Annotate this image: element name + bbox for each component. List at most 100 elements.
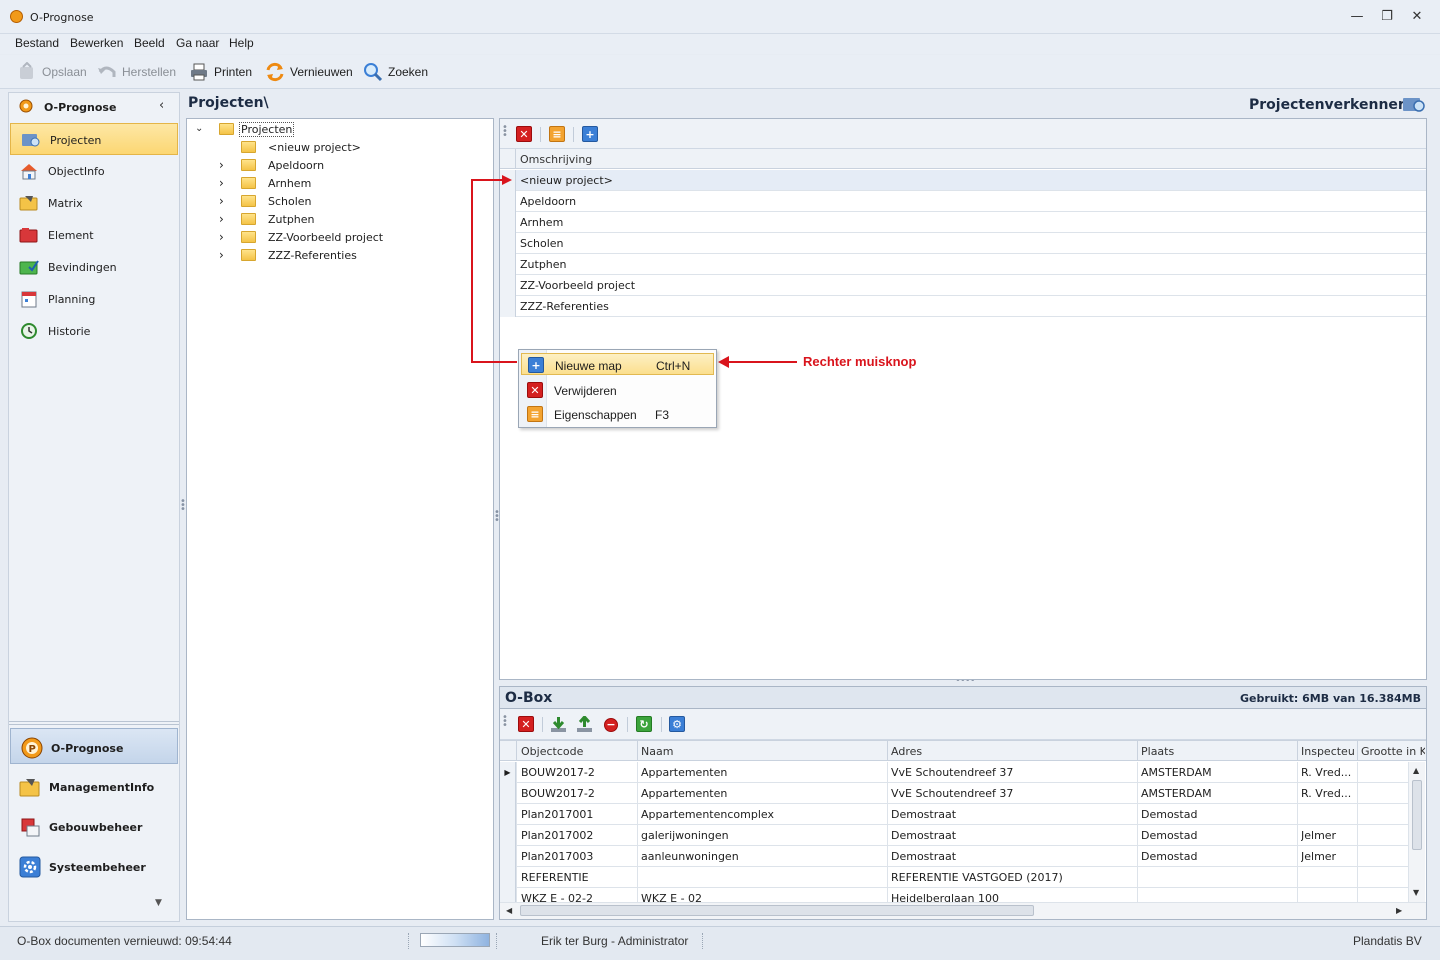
remove-icon[interactable]: − [604, 718, 618, 732]
scrollbar-thumb[interactable] [520, 905, 1034, 916]
tree-node[interactable]: <nieuw project> [241, 138, 361, 156]
tree-node[interactable]: › Apeldoorn [219, 156, 324, 174]
expand-icon[interactable]: › [219, 176, 241, 190]
grid-row[interactable]: Apeldoorn [500, 191, 1426, 212]
menu-beeld[interactable]: Beeld [134, 36, 165, 50]
tree-label: Apeldoorn [268, 158, 325, 172]
grid-row[interactable]: <nieuw project> [500, 170, 1426, 191]
expand-icon[interactable]: › [219, 194, 241, 208]
obox-row[interactable]: REFERENTIE REFERENTIE VASTGOED (2017) [500, 867, 1408, 888]
obox-cell: Appartementen [641, 787, 728, 800]
minimize-icon[interactable]: — [1346, 8, 1368, 26]
properties-button[interactable]: ≡ [549, 126, 565, 142]
menu-item-label: Eigenschappen [554, 408, 637, 422]
obox-delete-button[interactable]: ✕ [518, 716, 534, 732]
obox-refresh-icon[interactable]: ↻ [636, 716, 652, 732]
column-header-plaats[interactable]: Plaats [1141, 745, 1295, 758]
scroll-right-icon[interactable]: ▶ [1396, 906, 1402, 915]
save-button[interactable]: Opslaan [17, 61, 87, 83]
toolbar-grip: • • • [502, 712, 508, 731]
nav-item-objectinfo[interactable]: ObjectInfo [9, 155, 179, 187]
menu-item-verwijderen[interactable]: ✕ Verwijderen [521, 379, 714, 401]
obox-row[interactable]: BOUW2017-2 Appartementen VvE Schoutendreef… [500, 783, 1408, 804]
menu-item-nieuwe-map[interactable]: + Nieuwe map Ctrl+N [521, 353, 714, 375]
column-header-grootte[interactable]: Grootte in KB [1361, 745, 1425, 758]
column-divider [1297, 783, 1298, 804]
upload-icon[interactable] [576, 716, 593, 733]
column-header-inspecteur[interactable]: Inspecteur [1301, 745, 1355, 758]
configure-buttons-icon[interactable]: ▼ [155, 898, 162, 908]
vertical-splitter-grip[interactable]: • • • [180, 497, 186, 515]
obox-row[interactable]: Plan2017001 Appartementencomplex Demostraa… [500, 804, 1408, 825]
collapse-chevron-icon[interactable]: ‹ [159, 98, 164, 113]
delete-button[interactable]: ✕ [516, 126, 532, 142]
matrix-folder-icon [19, 196, 38, 211]
column-header-omschrijving[interactable]: Omschrijving [520, 153, 592, 166]
obox-cell: Appartementencomplex [641, 808, 774, 821]
nav-item-bevindingen[interactable]: Bevindingen [9, 251, 179, 283]
expand-icon[interactable]: › [219, 212, 241, 226]
obox-row[interactable]: Plan2017002 galerijwoningen Demostraat Demo… [500, 825, 1408, 846]
obox-cell: VvE Schoutendreef 37 [891, 787, 1014, 800]
print-button[interactable]: Printen [189, 61, 252, 83]
download-icon[interactable] [550, 716, 567, 733]
grid-row[interactable]: Zutphen [500, 254, 1426, 275]
column-divider [516, 762, 517, 783]
column-header-objectcode[interactable]: Objectcode [521, 745, 635, 758]
expand-icon[interactable]: › [219, 158, 241, 172]
expand-icon[interactable]: › [219, 248, 241, 262]
projects-icon [22, 134, 40, 147]
column-header-naam[interactable]: Naam [641, 745, 885, 758]
row-indicator [500, 867, 516, 888]
grid-row[interactable]: Scholen [500, 233, 1426, 254]
row-indicator [500, 233, 516, 254]
nav-module-gebouwbeheer[interactable]: Gebouwbeheer [9, 808, 179, 844]
tree-node[interactable]: › Zutphen [219, 210, 315, 228]
scroll-left-icon[interactable]: ◀ [506, 906, 512, 915]
nav-module-o-prognose[interactable]: P O-Prognose [10, 728, 178, 764]
scroll-up-icon[interactable]: ▲ [1413, 766, 1419, 775]
search-button[interactable]: Zoeken [363, 61, 428, 83]
menu-bestand[interactable]: Bestand [15, 36, 59, 50]
restore-button[interactable]: Herstellen [97, 61, 176, 83]
menu-bewerken[interactable]: Bewerken [70, 36, 123, 50]
tree-node[interactable]: › ZZ-Voorbeeld project [219, 228, 383, 246]
grid-row[interactable]: ZZ-Voorbeeld project [500, 275, 1426, 296]
close-icon[interactable]: ✕ [1406, 8, 1428, 26]
folder-icon [241, 231, 256, 243]
grid-row[interactable]: ZZZ-Referenties [500, 296, 1426, 317]
scroll-down-icon[interactable]: ▼ [1413, 888, 1419, 897]
nav-item-historie[interactable]: Historie [9, 315, 179, 347]
menu-ga-naar[interactable]: Ga naar [176, 36, 219, 50]
menu-help[interactable]: Help [229, 36, 254, 50]
column-header-adres[interactable]: Adres [891, 745, 1135, 758]
add-button[interactable]: + [582, 126, 598, 142]
tree-node[interactable]: › Scholen [219, 192, 312, 210]
column-divider [1357, 846, 1358, 867]
expand-icon[interactable]: › [219, 230, 241, 244]
nav-item-element[interactable]: Element [9, 219, 179, 251]
nav-item-planning[interactable]: Planning [9, 283, 179, 315]
menu-item-eigenschappen[interactable]: ≡ Eigenschappen F3 [521, 403, 714, 425]
collapse-icon[interactable]: ⌄ [195, 123, 203, 134]
tree-node[interactable]: › ZZZ-Referenties [219, 246, 357, 264]
nav-item-projecten[interactable]: Projecten [10, 123, 178, 155]
obox-cell: BOUW2017-2 [521, 766, 595, 779]
module-label-managementinfo: ManagementInfo [49, 781, 155, 794]
tree-node[interactable]: › Arnhem [219, 174, 311, 192]
nav-item-matrix[interactable]: Matrix [9, 187, 179, 219]
nav-module-managementinfo[interactable]: ManagementInfo [9, 768, 179, 804]
obox-settings-icon[interactable]: ⚙ [669, 716, 685, 732]
vertical-scrollbar[interactable]: ▲ ▼ [1408, 762, 1425, 903]
horizontal-scrollbar[interactable]: ◀ ▶ [500, 902, 1426, 919]
scrollbar-thumb[interactable] [1412, 780, 1422, 850]
refresh-button[interactable]: Vernieuwen [265, 61, 353, 83]
nav-module-systeembeheer[interactable]: Systeembeheer [9, 848, 179, 884]
gear-icon [19, 856, 41, 878]
nav-splitter[interactable] [9, 721, 179, 725]
maximize-icon[interactable]: ❐ [1376, 8, 1398, 26]
grid-row[interactable]: Arnhem [500, 212, 1426, 233]
obox-title: O-Box [505, 690, 553, 706]
obox-row[interactable]: Plan2017003 aanleunwoningen Demostraat Demo… [500, 846, 1408, 867]
obox-row[interactable]: ▶ BOUW2017-2 Appartementen VvE Schoutendree… [500, 762, 1408, 783]
